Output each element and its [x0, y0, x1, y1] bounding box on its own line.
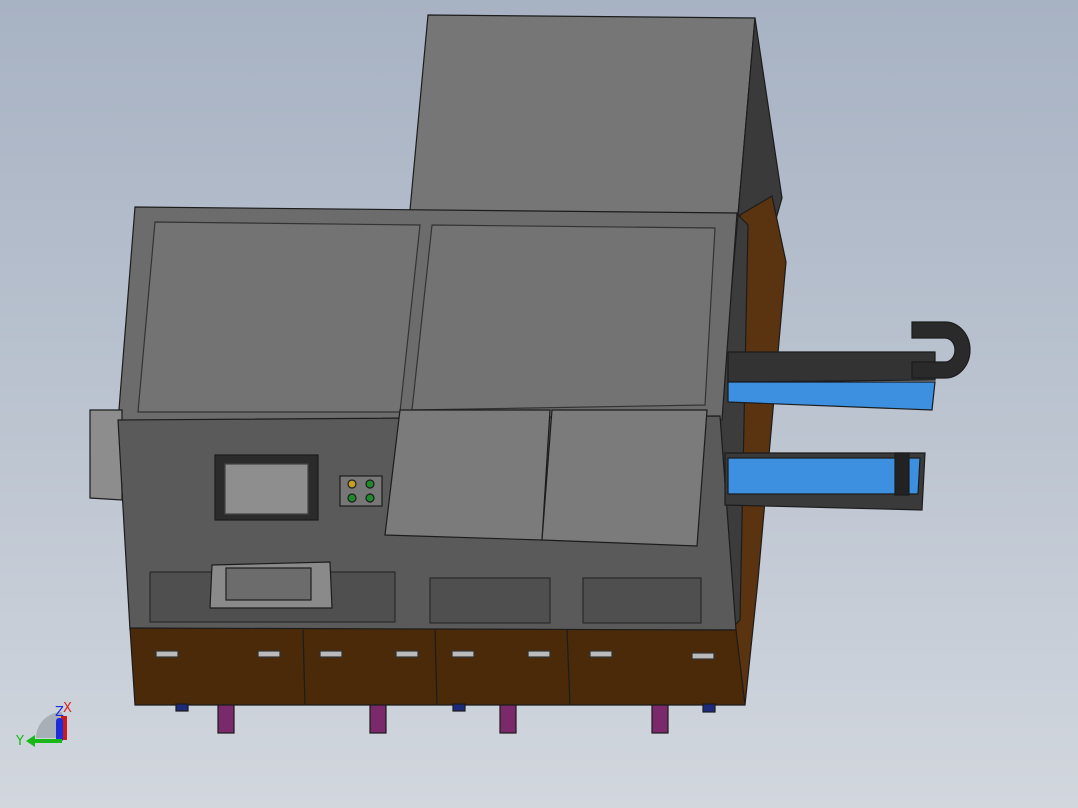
- start-button[interactable]: [365, 479, 375, 489]
- rail-carriage: [894, 452, 910, 496]
- green-button[interactable]: [347, 493, 357, 503]
- hmi-screen[interactable]: [224, 463, 309, 515]
- lower-rail[interactable]: [727, 457, 921, 495]
- tilted-cover-left: [384, 409, 551, 541]
- y-axis-arrow: [34, 739, 62, 743]
- lower-bay-2: [429, 577, 551, 624]
- back-enclosure-top: [409, 14, 756, 216]
- base-cabinet: [129, 627, 746, 706]
- machine-model[interactable]: [89, 14, 971, 734]
- orientation-triad: X Z Y: [15, 701, 72, 749]
- button-panel: [339, 475, 383, 507]
- y-axis-label: Y: [15, 734, 24, 749]
- y-axis-arrowhead: [26, 735, 35, 747]
- lower-bay-3: [582, 577, 702, 624]
- emergency-stop-button[interactable]: [347, 479, 357, 489]
- tray-inset: [225, 567, 312, 601]
- caster-legs: [217, 704, 669, 734]
- cad-viewport[interactable]: X Z Y: [0, 0, 1078, 808]
- x-axis-label: X: [63, 701, 72, 716]
- top-window-left: [137, 221, 421, 413]
- tilted-cover-right: [541, 409, 708, 547]
- z-axis-label: Z: [55, 705, 64, 720]
- cable-chain: [911, 321, 971, 379]
- top-window-right: [411, 224, 716, 411]
- z-axis-arrow: [56, 718, 63, 742]
- upper-arm: [727, 351, 936, 383]
- side-box: [89, 409, 123, 501]
- green-button[interactable]: [365, 493, 375, 503]
